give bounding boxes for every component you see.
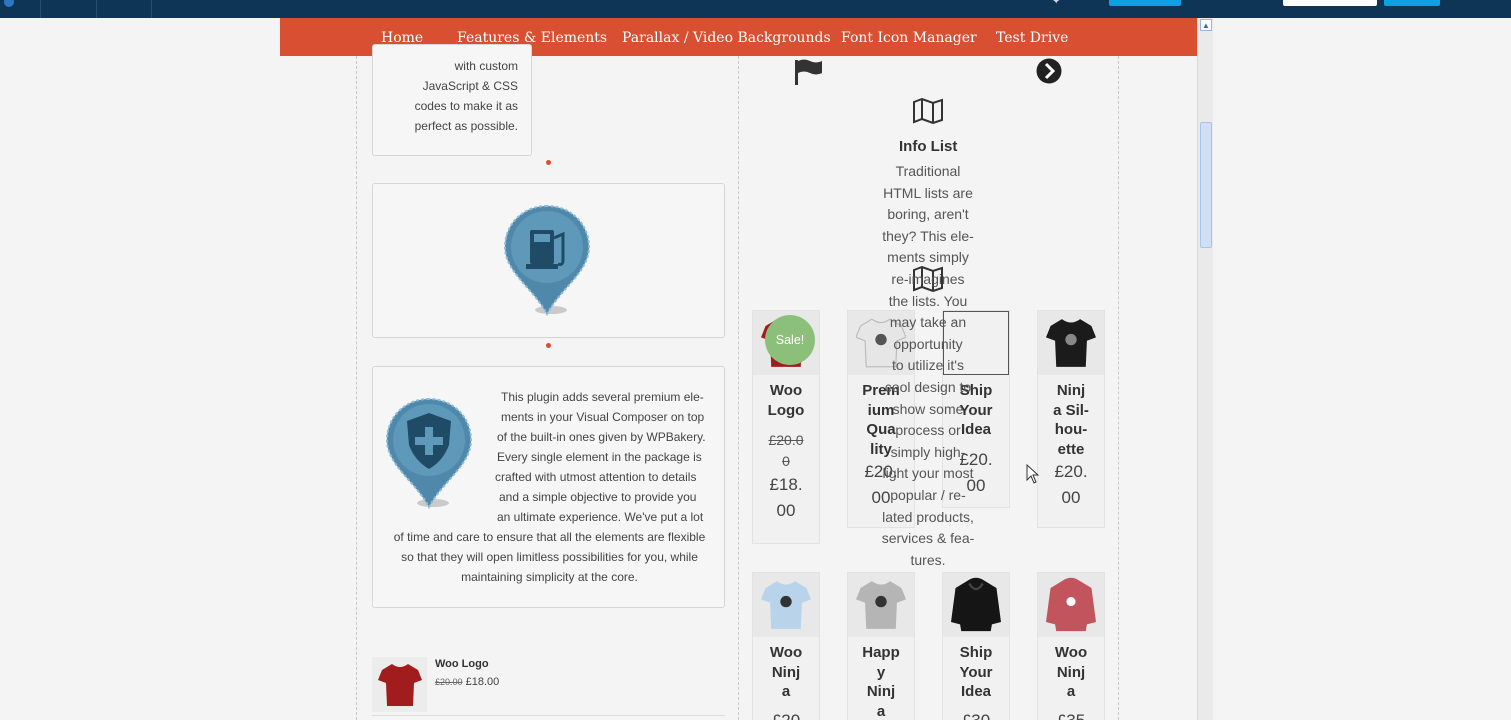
column-guide: [1118, 56, 1119, 720]
plugin-text-line: ments in your Visual Composer on top: [501, 410, 705, 424]
product-image[interactable]: [1038, 573, 1104, 637]
timeline-card: with custom JavaScript & CSS codes to ma…: [372, 44, 532, 156]
product-title[interactable]: Woo Logo: [753, 375, 819, 420]
product-card[interactable]: Ninj a Sil- hou- ette £20. 00: [1037, 310, 1105, 528]
plugin-text-line: an ultimate experience. We've put a lot: [497, 510, 704, 524]
card-text-line: JavaScript & CSS: [422, 79, 518, 93]
product-image[interactable]: [848, 573, 914, 637]
plugin-description: This plugin adds several premium ele- me…: [373, 387, 726, 587]
nav-item-font-icon-manager[interactable]: Font Icon Manager: [841, 30, 977, 46]
plugin-text-line: Every single element in the package is: [497, 450, 702, 464]
widget-product-title[interactable]: Woo Logo: [435, 658, 489, 670]
admin-bar-button[interactable]: [1109, 0, 1181, 6]
scroll-up-arrow-icon[interactable]: ▲: [1200, 19, 1212, 31]
hoodie-icon: [951, 577, 1001, 632]
map-icon: [913, 98, 943, 124]
sale-badge: Sale!: [765, 315, 815, 365]
product-card[interactable]: Woo Ninj a £35: [1037, 572, 1105, 720]
plugin-text-line: and a simple objective to provide you: [499, 490, 697, 504]
plugin-info-card: This plugin adds several premium ele- me…: [372, 366, 725, 608]
info-list-text: Traditional HTML lists are boring, aren'…: [881, 163, 975, 568]
page-scrollbar[interactable]: ▲: [1197, 18, 1213, 720]
tshirt-icon: [856, 581, 906, 629]
admin-bar-divider: [40, 0, 41, 18]
plugin-text-line: of time and care to ensure that all the …: [393, 530, 706, 544]
timeline-dot: [546, 160, 551, 165]
widget-divider: [372, 715, 725, 716]
card-text-line: with custom: [454, 59, 518, 73]
widget-old-price: £20.00: [435, 677, 463, 687]
product-price: £18. 00: [769, 475, 803, 520]
plugin-text-line: crafted with utmost attention to details: [495, 470, 697, 484]
product-image[interactable]: [753, 573, 819, 637]
product-old-price: £20.0 0: [768, 432, 804, 469]
product-title[interactable]: Woo Ninj a: [1038, 637, 1104, 702]
nav-item-test-drive[interactable]: Test Drive: [996, 30, 1068, 46]
admin-bar-search[interactable]: [1283, 0, 1377, 6]
widget-product-image[interactable]: [372, 657, 427, 712]
wordpress-logo-icon[interactable]: [4, 0, 14, 7]
product-price: £35: [1056, 710, 1086, 720]
card-text-line: perfect as possible.: [414, 119, 518, 133]
tshirt-icon: [377, 663, 422, 706]
admin-bar: ✦: [0, 0, 1511, 18]
product-card[interactable]: Woo Ninj a £20: [752, 572, 820, 720]
plugin-text-line: maintaining simplicity at the core.: [461, 570, 638, 584]
product-image[interactable]: [943, 573, 1009, 637]
admin-bar-button[interactable]: [1384, 0, 1440, 6]
nav-item-parallax[interactable]: Parallax / Video Backgrounds: [622, 30, 831, 46]
settings-icon[interactable]: ✦: [1052, 0, 1060, 7]
product-title[interactable]: Woo Ninj a: [753, 637, 819, 702]
column-guide: [356, 56, 357, 720]
plugin-text-line: This plugin adds several premium ele-: [501, 390, 704, 404]
widget-current-price: £18.00: [465, 676, 500, 688]
tshirt-icon: [1046, 319, 1096, 367]
admin-bar-divider: [151, 0, 152, 18]
scrollbar-thumb[interactable]: [1200, 122, 1212, 248]
card-text: with custom JavaScript & CSS codes to ma…: [415, 56, 518, 136]
circle-chevron-right-icon[interactable]: [1036, 58, 1062, 84]
fuel-pump-icon: [503, 204, 591, 317]
plugin-text-line: so that they will open limitless possibi…: [401, 550, 698, 564]
info-list-title: Info List: [899, 138, 958, 155]
product-price: £20: [771, 710, 801, 720]
hoodie-icon: [1046, 577, 1096, 632]
product-card[interactable]: Ship Your Idea £30: [942, 572, 1010, 720]
mouse-cursor-icon: [1026, 464, 1040, 484]
product-price: £30: [961, 710, 991, 720]
plugin-text-line: of the built-in ones given by WPBakery.: [497, 430, 706, 444]
card-text-line: codes to make it as: [414, 99, 518, 113]
product-price: £20. 00: [1054, 462, 1088, 507]
column-guide: [738, 56, 739, 720]
icon-card: [372, 183, 725, 338]
timeline-dot: [546, 343, 551, 348]
admin-bar-divider: [96, 0, 97, 18]
product-title[interactable]: Happ y Ninj a: [848, 637, 914, 720]
product-title[interactable]: Ninj a Sil- hou- ette: [1038, 375, 1104, 459]
product-card[interactable]: Happ y Ninj a: [847, 572, 915, 720]
tshirt-icon: [761, 581, 811, 629]
page: Home Features & Elements Parallax / Vide…: [280, 18, 1197, 720]
flag-icon: [795, 59, 822, 85]
widget-product-price: £20.00 £18.00: [435, 676, 499, 688]
product-image[interactable]: [1038, 311, 1104, 375]
product-title[interactable]: Ship Your Idea: [943, 637, 1009, 702]
